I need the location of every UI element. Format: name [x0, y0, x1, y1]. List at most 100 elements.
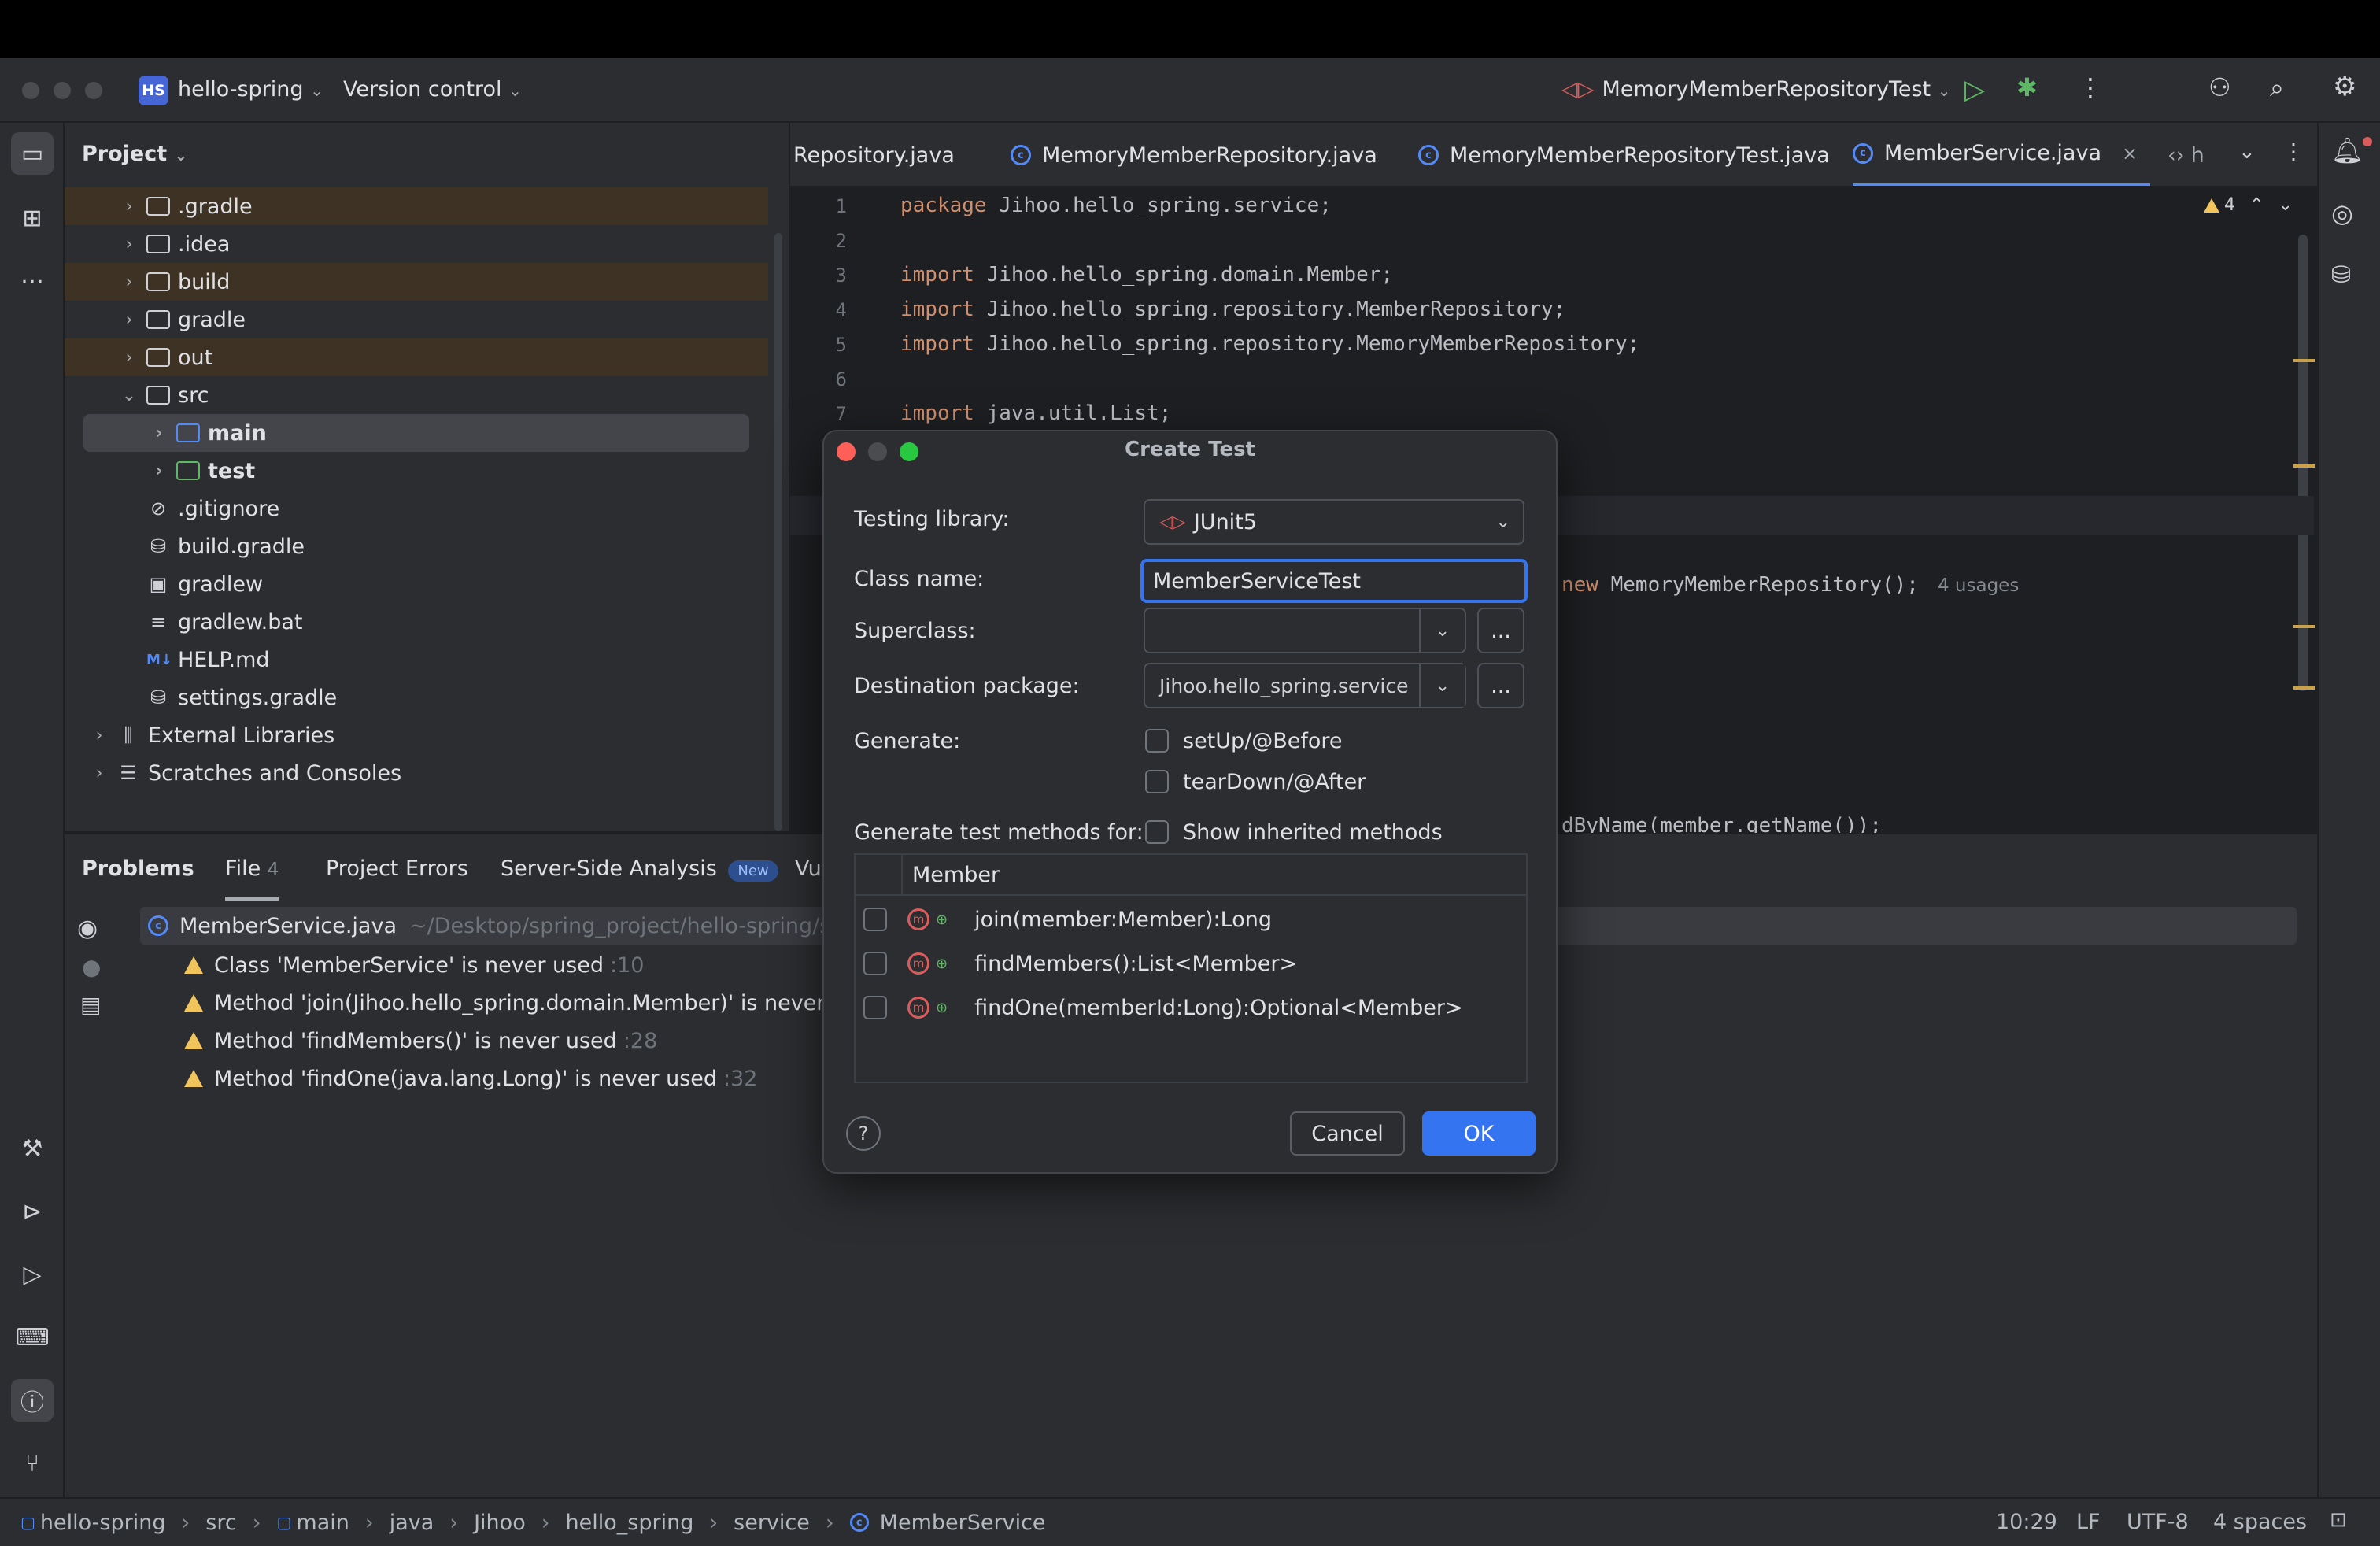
terminal-icon[interactable]: ⌨: [11, 1316, 54, 1359]
breadcrumb-item[interactable]: MemberService: [880, 1511, 1046, 1535]
caret-position[interactable]: 10:29: [1996, 1510, 2057, 1534]
inspection-widget[interactable]: 4 ⌃ ⌄: [2204, 195, 2293, 215]
tree-item-main-selected[interactable]: › main: [83, 414, 749, 452]
project-selector[interactable]: hello-spring ⌄: [178, 77, 323, 102]
project-scrollbar[interactable]: [774, 233, 782, 831]
close-tab-icon[interactable]: ×: [2122, 142, 2138, 165]
member-row[interactable]: m ⊕ findMembers():List<Member>: [856, 941, 1526, 986]
superclass-input[interactable]: ⌄: [1144, 608, 1466, 653]
tab-memory-member-repository-test[interactable]: c MemoryMemberRepositoryTest.java: [1418, 123, 1830, 186]
ok-button[interactable]: OK: [1422, 1111, 1536, 1156]
breadcrumb-item[interactable]: hello_spring: [566, 1511, 694, 1535]
breadcrumb-item[interactable]: service: [734, 1511, 810, 1535]
setup-checkbox[interactable]: [1145, 729, 1169, 753]
indent-setting[interactable]: 4 spaces: [2213, 1510, 2307, 1534]
chevron-down-icon[interactable]: ⌄: [1419, 609, 1465, 652]
breadcrumb-item[interactable]: main: [296, 1511, 349, 1535]
git-branch-icon[interactable]: ⑂: [11, 1442, 54, 1485]
debug-icon[interactable]: ✱: [2016, 72, 2038, 102]
tree-item-external-libraries[interactable]: › ⫼ External Libraries: [65, 716, 773, 754]
tree-item-gradlew-bat[interactable]: ≡ gradlew.bat: [65, 603, 773, 641]
tree-item-src[interactable]: ⌄ src: [65, 376, 773, 414]
window-close-light[interactable]: [22, 82, 39, 99]
search-icon[interactable]: ⌕: [2270, 72, 2284, 103]
chevron-down-icon[interactable]: ⌄: [1419, 664, 1465, 707]
tree-item-build-gradle[interactable]: ⛁ build.gradle: [65, 527, 773, 565]
eye-icon[interactable]: ◉: [77, 915, 98, 942]
tab-vulnerabilities[interactable]: Vu: [795, 856, 822, 881]
problem-item[interactable]: Method 'findMembers()' is never used:28: [184, 1022, 657, 1060]
lock-icon[interactable]: ⊡: [2330, 1508, 2347, 1532]
tree-item-idea[interactable]: › .idea: [65, 225, 773, 263]
tree-item-help-md[interactable]: M↓ HELP.md: [65, 641, 773, 679]
tab-member-service-active[interactable]: c MemberService.java ×: [1853, 123, 2151, 186]
problems-icon[interactable]: ⓘ: [11, 1379, 54, 1422]
member-checkbox[interactable]: [863, 996, 887, 1019]
run-tool-icon[interactable]: ▷: [11, 1253, 54, 1296]
notifications-bell-icon[interactable]: 🔔︎: [2331, 135, 2363, 165]
project-badge[interactable]: HS: [139, 76, 168, 105]
line-separator[interactable]: LF: [2076, 1510, 2101, 1534]
project-folder-icon[interactable]: ▭: [11, 132, 54, 175]
tab-memory-member-repository[interactable]: c MemoryMemberRepository.java: [1011, 123, 1377, 186]
breadcrumb-item[interactable]: java: [390, 1511, 434, 1535]
breadcrumb-item[interactable]: src: [205, 1511, 236, 1535]
problem-item[interactable]: Method 'join(Jihoo.hello_spring.domain.M…: [184, 984, 889, 1022]
problem-item[interactable]: Method 'findOne(java.lang.Long)' is neve…: [184, 1060, 757, 1097]
tab-overflow[interactable]: ‹› h: [2168, 123, 2204, 186]
more-actions-icon[interactable]: ⋮: [2078, 72, 2103, 102]
member-checkbox[interactable]: [863, 908, 887, 931]
add-user-icon[interactable]: ⚇: [2208, 72, 2231, 102]
run-icon[interactable]: ▷: [1964, 74, 1985, 105]
tab-server-side-analysis[interactable]: Server-Side Analysis New: [501, 856, 778, 882]
tree-item-gradle-dir[interactable]: › .gradle: [65, 187, 768, 225]
member-row[interactable]: m ⊕ findOne(memberId:Long):Optional<Member…: [856, 986, 1526, 1030]
member-row[interactable]: m ⊕ join(member:Member):Long: [856, 897, 1526, 941]
build-hammer-icon[interactable]: ⚒: [11, 1127, 54, 1170]
run-config-selector[interactable]: ◁▷ MemoryMemberRepositoryTest ⌄: [1561, 77, 1951, 102]
tree-item-settings-gradle[interactable]: ⛁ settings.gradle: [65, 679, 773, 716]
breadcrumb-item[interactable]: Jihoo: [474, 1511, 526, 1535]
tree-item-gitignore[interactable]: ⊘ .gitignore: [65, 490, 773, 527]
more-tools-icon[interactable]: ⋯: [11, 260, 54, 302]
services-icon[interactable]: ⊳: [11, 1190, 54, 1233]
show-inherited-checkbox[interactable]: [1145, 820, 1169, 844]
show-inherited-label[interactable]: Show inherited methods: [1183, 820, 1443, 845]
settings-gear-icon[interactable]: ⚙: [2333, 71, 2356, 102]
cancel-button[interactable]: Cancel: [1290, 1111, 1405, 1156]
tree-item-gradle[interactable]: › gradle: [65, 301, 773, 338]
project-panel-header[interactable]: Project ⌄: [82, 142, 187, 166]
breadcrumb-item[interactable]: hello-spring: [40, 1511, 166, 1535]
help-button[interactable]: ?: [846, 1116, 881, 1151]
tree-item-scratches[interactable]: › ☰ Scratches and Consoles: [65, 754, 773, 792]
structure-icon[interactable]: ⊞: [11, 197, 54, 239]
file-encoding[interactable]: UTF-8: [2127, 1510, 2189, 1534]
tree-item-test[interactable]: › test: [65, 452, 773, 490]
package-browse-button[interactable]: ...: [1477, 663, 1524, 708]
editor-scrollbar[interactable]: [2298, 235, 2308, 691]
tab-project-errors[interactable]: Project Errors: [326, 856, 468, 881]
document-icon[interactable]: ▤: [80, 992, 101, 1018]
lightbulb-icon[interactable]: ●: [82, 954, 101, 980]
tab-file[interactable]: File 4: [225, 856, 279, 901]
tree-item-gradlew[interactable]: ▣ gradlew: [65, 565, 773, 603]
member-checkbox[interactable]: [863, 952, 887, 975]
ai-assistant-icon[interactable]: ◎: [2331, 198, 2353, 228]
version-control-menu[interactable]: Version control ⌄: [343, 77, 522, 102]
tab-repository[interactable]: Repository.java: [793, 123, 955, 186]
destination-package-input[interactable]: Jihoo.hello_spring.service ⌄: [1144, 663, 1466, 708]
class-name-input[interactable]: MemberServiceTest: [1140, 559, 1528, 603]
teardown-checkbox-label[interactable]: tearDown/@After: [1183, 770, 1366, 794]
window-minimize-light[interactable]: [54, 82, 71, 99]
setup-checkbox-label[interactable]: setUp/@Before: [1183, 729, 1343, 753]
problem-item[interactable]: Class 'MemberService' is never used:10: [184, 946, 644, 984]
testing-library-select[interactable]: ◁▷ JUnit5 ⌄: [1144, 499, 1524, 545]
tab-list-chevron-icon[interactable]: ⌄: [2238, 140, 2256, 164]
tab-more-icon[interactable]: ⋮: [2282, 139, 2304, 165]
tab-problems[interactable]: Problems: [82, 856, 194, 881]
tree-item-out[interactable]: › out: [65, 338, 768, 376]
next-highlight-icon[interactable]: ⌄: [2278, 195, 2292, 215]
window-zoom-light[interactable]: [85, 82, 102, 99]
previous-highlight-icon[interactable]: ⌃: [2249, 195, 2264, 215]
member-column-header[interactable]: Member: [912, 863, 1000, 887]
